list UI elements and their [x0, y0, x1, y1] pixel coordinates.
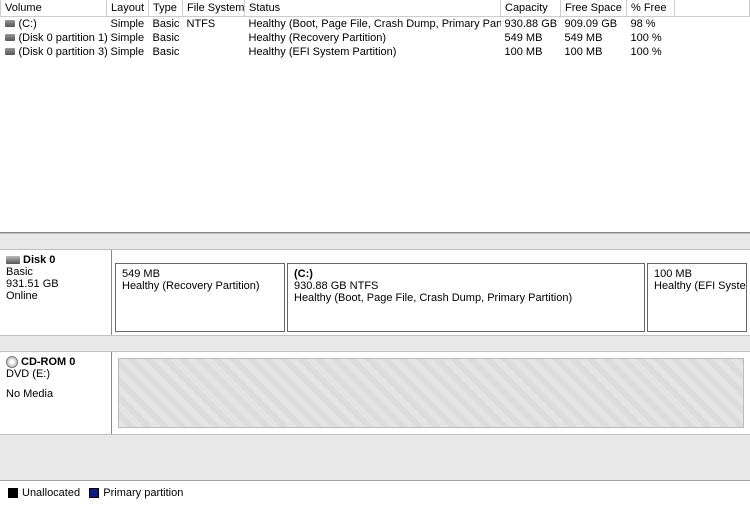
volume-table: Volume Layout Type File System Status Ca… — [0, 0, 750, 59]
volume-list-pane[interactable]: Volume Layout Type File System Status Ca… — [0, 0, 750, 233]
disk-0-info: Disk 0 Basic 931.51 GB Online — [0, 250, 112, 335]
partition-block[interactable]: 100 MBHealthy (EFI System Partition) — [647, 263, 747, 332]
disk-0-partitions: 549 MBHealthy (Recovery Partition)(C:)93… — [112, 250, 750, 335]
cdrom-state: No Media — [6, 388, 105, 400]
partition-size: 100 MB — [654, 268, 740, 280]
partition-status: Healthy (Boot, Page File, Crash Dump, Pr… — [294, 292, 638, 304]
partition-block[interactable]: (C:)930.88 GB NTFSHealthy (Boot, Page Fi… — [287, 263, 645, 332]
pane-splitter-2[interactable] — [0, 335, 750, 352]
col-type[interactable]: Type — [149, 0, 183, 17]
col-layout[interactable]: Layout — [107, 0, 149, 17]
volume-icon — [5, 20, 15, 27]
partition-size: 549 MB — [122, 268, 278, 280]
cdrom-title: CD-ROM 0 — [21, 356, 75, 368]
col-status[interactable]: Status — [245, 0, 501, 17]
table-row[interactable]: (C:)SimpleBasicNTFSHealthy (Boot, Page F… — [1, 17, 750, 32]
disk-0-state: Online — [6, 290, 105, 302]
disk-icon — [6, 256, 20, 264]
cdrom-partitions — [112, 352, 750, 434]
partition-stripe — [647, 263, 747, 264]
partition-size: 930.88 GB NTFS — [294, 280, 638, 292]
table-header-row: Volume Layout Type File System Status Ca… — [1, 0, 750, 17]
col-volume[interactable]: Volume — [1, 0, 107, 17]
volume-icon — [5, 48, 15, 55]
table-row[interactable]: (Disk 0 partition 1)SimpleBasicHealthy (… — [1, 31, 750, 45]
cdrom-empty-area[interactable] — [118, 358, 744, 428]
partition-stripe — [287, 263, 645, 264]
disk-0-size: 931.51 GB — [6, 278, 105, 290]
cdrom-info: CD-ROM 0 DVD (E:) No Media — [0, 352, 112, 434]
legend-swatch-unallocated — [8, 488, 18, 498]
disk-0-type: Basic — [6, 266, 105, 278]
col-pctfree[interactable]: % Free — [627, 0, 675, 17]
pane-splitter[interactable] — [0, 233, 750, 250]
partition-status: Healthy (EFI System Partition) — [654, 280, 740, 292]
cdrom-row[interactable]: CD-ROM 0 DVD (E:) No Media — [0, 352, 750, 434]
partition-block[interactable]: 549 MBHealthy (Recovery Partition) — [115, 263, 285, 332]
cdrom-type: DVD (E:) — [6, 368, 105, 380]
cd-icon — [6, 356, 18, 368]
legend-bar: Unallocated Primary partition — [0, 480, 750, 505]
legend-swatch-primary — [89, 488, 99, 498]
partition-status: Healthy (Recovery Partition) — [122, 280, 278, 292]
legend-primary-label: Primary partition — [103, 487, 183, 499]
col-filesystem[interactable]: File System — [183, 0, 245, 17]
partition-stripe — [115, 263, 285, 264]
volume-icon — [5, 34, 15, 41]
col-capacity[interactable]: Capacity — [501, 0, 561, 17]
table-row[interactable]: (Disk 0 partition 3)SimpleBasicHealthy (… — [1, 45, 750, 59]
disk-0-title: Disk 0 — [23, 254, 55, 266]
col-spacer — [675, 0, 750, 17]
disk-row-0[interactable]: Disk 0 Basic 931.51 GB Online 549 MBHeal… — [0, 250, 750, 335]
partition-title: (C:) — [294, 268, 638, 280]
col-freespace[interactable]: Free Space — [561, 0, 627, 17]
legend-unallocated-label: Unallocated — [22, 487, 80, 499]
